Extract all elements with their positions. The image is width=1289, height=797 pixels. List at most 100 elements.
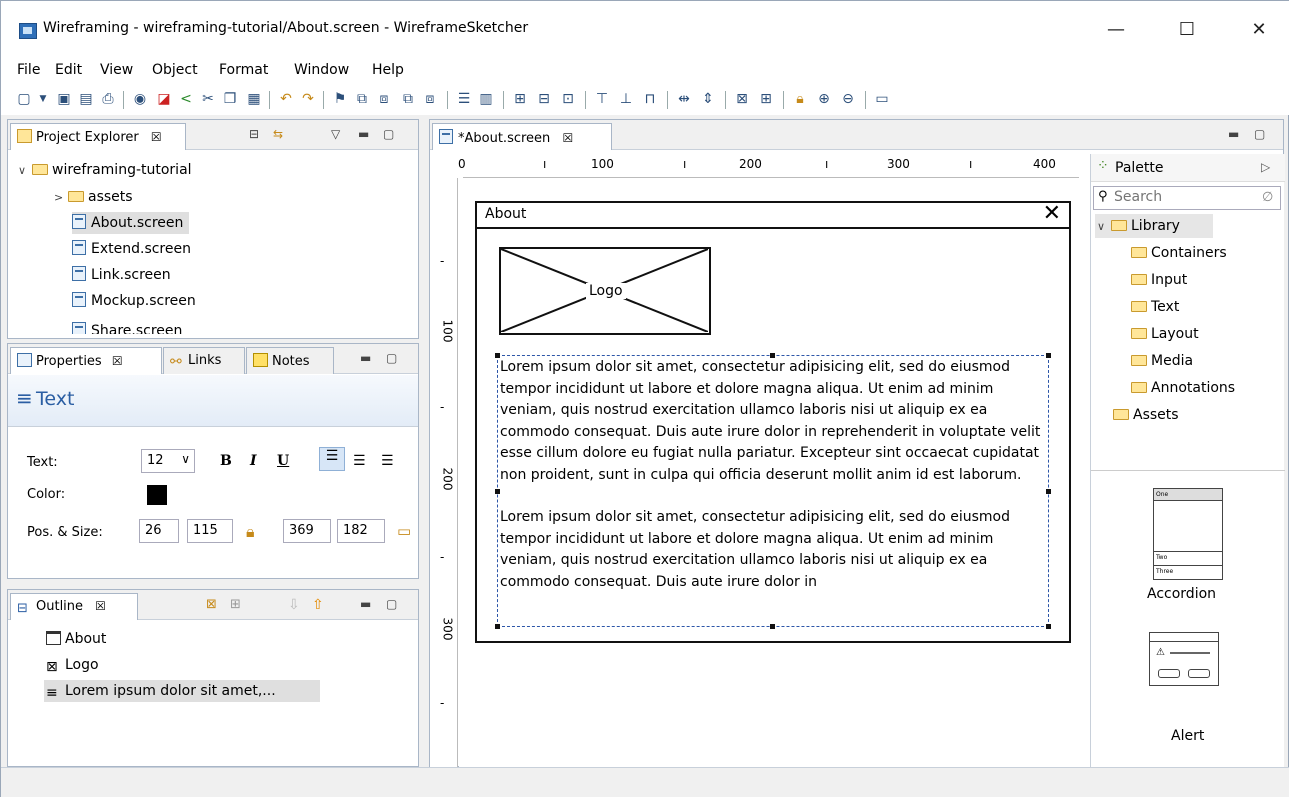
palette-category-input[interactable]: Input (1131, 272, 1187, 288)
about-window-widget[interactable]: About ✕ Logo Lorem ipsum dolor sit amet,… (475, 201, 1071, 643)
palette-assets-row[interactable]: Assets (1113, 407, 1179, 423)
tree-item-link-screen[interactable]: Link.screen (72, 264, 171, 286)
outline-item-about[interactable]: About (46, 628, 106, 650)
align-columns-icon[interactable]: ▥ (477, 90, 495, 108)
maximize-button[interactable]: ☐ (1167, 17, 1207, 43)
alert-widget-preview[interactable]: ⚠ (1149, 632, 1219, 686)
group-objects-icon[interactable]: ⊠ (733, 90, 751, 108)
ungroup-objects-icon[interactable]: ⊞ (757, 90, 775, 108)
maximize-view-icon[interactable]: ▢ (383, 127, 394, 141)
lorem-text-widget[interactable]: Lorem ipsum dolor sit amet, consectetur … (497, 355, 1049, 627)
tab-project-explorer[interactable]: Project Explorer ☒ (10, 123, 186, 150)
copy-icon[interactable]: ❐ (221, 90, 239, 108)
project-explorer-tab-close[interactable]: ☒ (151, 130, 162, 144)
outline-item-text[interactable]: ≡ Lorem ipsum dolor sit amet,... (44, 680, 320, 702)
menu-format[interactable]: Format (219, 62, 268, 78)
group-icon[interactable]: ⊠ (206, 597, 217, 612)
menu-edit[interactable]: Edit (55, 62, 82, 78)
resize-handle[interactable] (495, 624, 500, 629)
x-field[interactable]: 26 (139, 519, 179, 543)
resize-handle[interactable] (495, 489, 500, 494)
font-size-select[interactable]: 12 ∨ (141, 449, 195, 473)
chevron-down-icon[interactable]: ∨ (1097, 220, 1111, 233)
menu-window[interactable]: Window (294, 62, 349, 78)
menu-view[interactable]: View (100, 62, 133, 78)
palette-category-annotations[interactable]: Annotations (1131, 380, 1235, 396)
color-swatch[interactable] (147, 485, 167, 505)
auto-size-icon[interactable]: ▭ (397, 522, 411, 540)
tab-outline[interactable]: ⊟ Outline ☒ (10, 593, 138, 620)
tab-about-screen[interactable]: *About.screen ☒ (432, 123, 612, 150)
resize-handle[interactable] (495, 353, 500, 358)
clear-search-icon[interactable]: ∅ (1262, 190, 1273, 205)
bold-button[interactable]: B (220, 453, 232, 469)
tree-item-assets[interactable]: > assets (54, 186, 133, 208)
resize-handle[interactable] (770, 353, 775, 358)
new-dropdown-icon[interactable]: ▼ (34, 90, 52, 108)
view-menu-icon[interactable]: ▽ (331, 127, 340, 141)
accordion-widget-preview[interactable]: One Two Three (1153, 488, 1223, 580)
tree-item-about-screen[interactable]: About.screen (72, 212, 190, 234)
ungroup-icon[interactable]: ⊞ (230, 597, 241, 612)
print-icon[interactable]: ⎙ (99, 90, 117, 108)
link-tool-icon[interactable]: ⚑ (331, 90, 349, 108)
resize-handle[interactable] (1046, 353, 1051, 358)
palette-library-row[interactable]: ∨ Library (1097, 218, 1180, 234)
maximize-view-icon[interactable]: ▢ (1254, 127, 1265, 141)
chevron-down-icon[interactable]: ∨ (181, 452, 190, 466)
chevron-down-icon[interactable]: ∨ (18, 160, 32, 182)
align-left-icon[interactable]: ☰ (455, 90, 473, 108)
ungroup-icon[interactable]: ⊡ (559, 90, 577, 108)
minimize-view-icon[interactable]: ▬ (360, 597, 371, 611)
y-field[interactable]: 115 (187, 519, 233, 543)
undo-icon[interactable]: ↶ (277, 90, 295, 108)
zoom-out-icon[interactable]: ⊖ (839, 90, 857, 108)
distribute-icon[interactable]: ⊟ (535, 90, 553, 108)
link-with-editor-icon[interactable]: ⇆ (273, 127, 283, 141)
tab-notes[interactable]: Notes (246, 347, 334, 374)
palette-collapse-icon[interactable]: ▷ (1261, 160, 1270, 174)
zoom-in-icon[interactable]: ⊕ (815, 90, 833, 108)
editor-tab-close[interactable]: ☒ (562, 131, 573, 145)
design-canvas[interactable]: About ✕ Logo Lorem ipsum dolor sit amet,… (459, 179, 1090, 768)
move-up-icon[interactable]: ⇧ (312, 597, 324, 613)
align-middle-icon[interactable]: ⊥ (617, 90, 635, 108)
move-down-icon[interactable]: ⇩ (288, 597, 300, 613)
width-field[interactable]: 369 (283, 519, 331, 543)
save-icon[interactable]: ▣ (55, 90, 73, 108)
close-window-button[interactable]: ✕ (1239, 17, 1279, 43)
logo-image-placeholder[interactable]: Logo (499, 247, 711, 335)
palette-category-text[interactable]: Text (1131, 299, 1179, 315)
align-left-button[interactable]: ☰ (319, 447, 345, 471)
outline-item-logo[interactable]: ⊠ Logo (46, 654, 99, 676)
chevron-right-icon[interactable]: > (54, 187, 68, 209)
tab-links[interactable]: ⚯ Links (163, 347, 245, 374)
send-to-back-icon[interactable]: ⧈ (421, 90, 439, 108)
send-backward-icon[interactable]: ⧉ (399, 90, 417, 108)
paste-icon[interactable]: ▦ (245, 90, 263, 108)
save-all-icon[interactable]: ▤ (77, 90, 95, 108)
palette-search-field[interactable]: ⚲ ∅ (1093, 186, 1281, 210)
group-icon[interactable]: ⊞ (511, 90, 529, 108)
palette-category-layout[interactable]: Layout (1131, 326, 1199, 342)
pdf-icon[interactable]: ◪ (155, 90, 173, 108)
same-width-icon[interactable]: ⇹ (675, 90, 693, 108)
height-field[interactable]: 182 (337, 519, 385, 543)
resize-handle[interactable] (770, 624, 775, 629)
camera-icon[interactable]: ◉ (131, 90, 149, 108)
resize-handle[interactable] (1046, 489, 1051, 494)
italic-button[interactable]: I (250, 453, 257, 469)
maximize-view-icon[interactable]: ▢ (386, 351, 397, 365)
same-height-icon[interactable]: ⇕ (699, 90, 717, 108)
about-window-close-icon[interactable]: ✕ (1043, 201, 1061, 226)
align-bottom-icon[interactable]: ⊓ (641, 90, 659, 108)
palette-search-input[interactable] (1114, 189, 1254, 205)
outline-tab-close[interactable]: ☒ (95, 599, 106, 613)
properties-tab-close[interactable]: ☒ (112, 354, 123, 368)
cut-icon[interactable]: ✂ (199, 90, 217, 108)
tree-item-project[interactable]: ∨ wireframing-tutorial (18, 159, 192, 181)
collapse-all-icon[interactable]: ⊟ (249, 127, 259, 141)
share-icon[interactable]: < (177, 90, 195, 108)
lock-icon[interactable]: 🔒︎ (791, 90, 809, 108)
align-top-icon[interactable]: ⊤ (593, 90, 611, 108)
